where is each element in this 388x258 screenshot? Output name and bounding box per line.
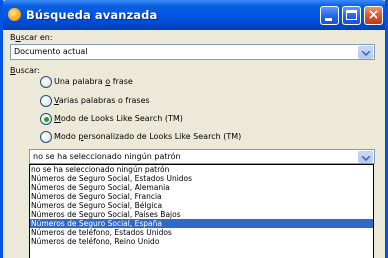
list-item[interactable]: Números de Seguro Social, Alemania bbox=[30, 183, 373, 192]
minimize-icon bbox=[325, 18, 332, 21]
list-item[interactable]: Números de Seguro Social, Países Bajos bbox=[30, 210, 373, 219]
radio-button[interactable] bbox=[40, 76, 52, 88]
window-title: Búsqueda avanzada bbox=[26, 8, 158, 22]
radio-button[interactable] bbox=[40, 95, 52, 107]
list-item[interactable]: Números de Seguro Social, Estados Unidos bbox=[30, 174, 373, 183]
option-label: Modo de Looks Like Search (TM) bbox=[54, 114, 183, 123]
search-label: Buscar: bbox=[10, 66, 40, 75]
minimize-button[interactable] bbox=[320, 6, 339, 25]
list-item[interactable]: Números de teléfono, Estados Unidos bbox=[30, 228, 373, 237]
chevron-down-icon bbox=[362, 156, 370, 161]
search-in-value: Documento actual bbox=[14, 47, 88, 56]
maximize-icon bbox=[346, 10, 357, 20]
list-item-selected[interactable]: Números de Seguro Social, España bbox=[30, 219, 373, 228]
pattern-dropdown-list[interactable]: no se ha seleccionado ningún patrón Núme… bbox=[29, 164, 374, 258]
list-item[interactable]: Números de Seguro Social, Francia bbox=[30, 192, 373, 201]
option-label: Varias palabras o frases bbox=[54, 96, 150, 105]
chevron-down-icon bbox=[362, 51, 370, 56]
pattern-dropdown-button[interactable] bbox=[358, 151, 373, 163]
search-in-dropdown-button[interactable] bbox=[358, 46, 373, 59]
search-in-select[interactable]: Documento actual bbox=[10, 44, 375, 60]
app-icon bbox=[8, 8, 21, 21]
pattern-select[interactable]: no se ha seleccionado ningún patrón bbox=[29, 149, 375, 164]
option-label: Modo personalizado de Looks Like Search … bbox=[54, 132, 242, 141]
list-item[interactable]: no se ha seleccionado ningún patrón bbox=[30, 165, 373, 174]
list-item[interactable]: Números de Seguro Social, Bélgica bbox=[30, 201, 373, 210]
close-icon: × bbox=[367, 7, 380, 23]
radio-button-selected[interactable] bbox=[40, 113, 52, 125]
search-in-label: Buscar en: bbox=[10, 33, 53, 42]
option-label: Una palabra o frase bbox=[54, 77, 133, 86]
list-item[interactable]: Números de teléfono, Reino Unido bbox=[30, 237, 373, 246]
close-button[interactable]: × bbox=[364, 6, 383, 25]
maximize-button[interactable] bbox=[342, 6, 361, 25]
title-bar[interactable]: Búsqueda avanzada × bbox=[3, 0, 385, 30]
pattern-value: no se ha seleccionado ningún patrón bbox=[33, 152, 181, 161]
advanced-search-dialog: Búsqueda avanzada × Buscar en: Documento… bbox=[0, 0, 388, 258]
radio-selected-dot bbox=[43, 116, 49, 122]
radio-button[interactable] bbox=[40, 131, 52, 143]
